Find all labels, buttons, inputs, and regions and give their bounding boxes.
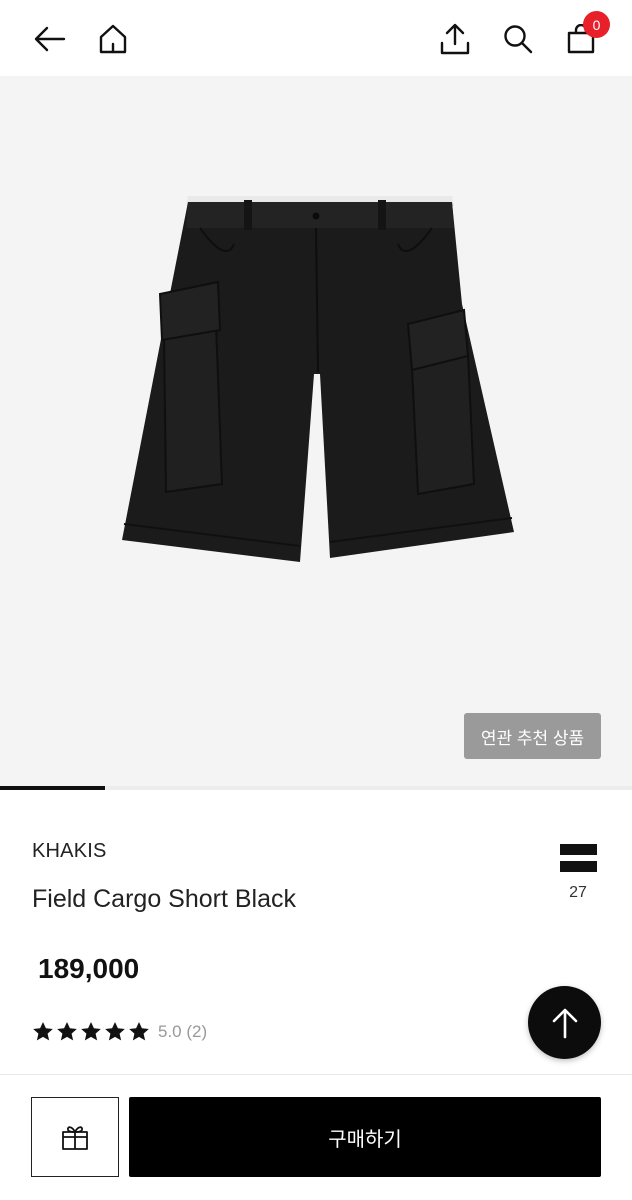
product-price: 189,000	[38, 953, 140, 984]
related-products-button[interactable]: 연관 추천 상품	[464, 713, 601, 759]
compare-count: 27	[569, 884, 587, 901]
compare-bar-icon	[560, 844, 597, 855]
star-icon	[105, 1022, 125, 1041]
gallery-progress-fill	[0, 786, 105, 790]
rating-score: 5.0 (2)	[158, 1021, 208, 1041]
brand-name[interactable]: KHAKIS	[32, 840, 107, 863]
arrow-up-icon	[552, 1008, 577, 1038]
buy-button[interactable]: 구매하기	[129, 1097, 601, 1177]
rating-stars	[32, 1021, 150, 1042]
product-name: Field Cargo Short Black	[32, 885, 297, 913]
product-image-gallery[interactable]: 연관 추천 상품	[0, 76, 632, 786]
product-image	[122, 196, 514, 562]
star-icon	[57, 1022, 77, 1041]
gift-button[interactable]	[31, 1097, 119, 1177]
compare-bar-icon	[560, 861, 597, 872]
product-rating[interactable]: 5.0 (2)	[32, 1021, 207, 1042]
cart-count-badge: 0	[583, 11, 610, 38]
share-icon[interactable]	[433, 17, 477, 61]
star-icon	[81, 1022, 101, 1041]
search-icon[interactable]	[496, 17, 540, 61]
star-icon	[129, 1022, 149, 1041]
gift-icon	[62, 1126, 88, 1150]
scroll-to-top-button[interactable]	[528, 986, 601, 1059]
top-nav-bar: 0	[0, 0, 632, 76]
back-arrow-icon[interactable]	[28, 17, 72, 61]
compare-list-button[interactable]: 27	[556, 840, 600, 908]
star-icon	[33, 1022, 53, 1041]
home-icon[interactable]	[91, 17, 135, 61]
